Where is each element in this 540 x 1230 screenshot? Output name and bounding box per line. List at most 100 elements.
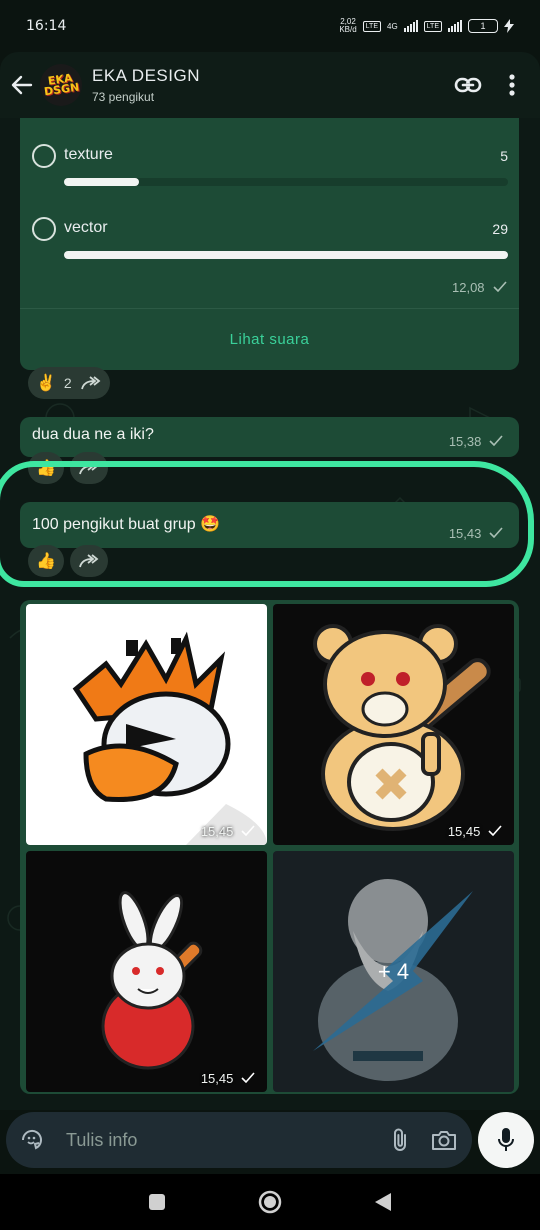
lte-tag-1: LTE	[362, 20, 381, 32]
media-time: 15,45	[447, 824, 481, 839]
back-nav-button[interactable]	[363, 1182, 403, 1222]
media-tile-more[interactable]: + 4	[273, 851, 514, 1092]
message-bubble-highlighted[interactable]: 100 pengikut buat grup 🤩 15,43	[20, 502, 519, 548]
reaction-count: 2	[63, 375, 72, 391]
media-album[interactable]: 15,45 15,45 15,45 + 4	[20, 600, 519, 1094]
media-time-wrap: 15,45	[201, 824, 255, 839]
status-bar: 16:14 2,02 KB/d LTE 4G LTE 1	[0, 0, 540, 52]
status-time: 16:14	[26, 18, 67, 34]
charging-icon	[504, 19, 514, 33]
signal-icon-2	[448, 20, 462, 32]
more-options-button[interactable]	[490, 63, 534, 107]
network-label: 4G	[387, 21, 398, 31]
media-tile-rabbit[interactable]: 15,45	[26, 851, 267, 1092]
status-icons: 2,02 KB/d LTE 4G LTE 1	[339, 18, 514, 34]
bear-mascot-image	[313, 624, 491, 831]
signal-icon	[403, 20, 418, 32]
more-media-overlay[interactable]: + 4	[273, 851, 514, 1092]
media-time-wrap: 15,45	[201, 1071, 255, 1086]
radio-button[interactable]	[32, 217, 56, 241]
data-speed-unit: KB/d	[339, 25, 357, 34]
circle-icon	[258, 1190, 282, 1214]
check-icon	[488, 825, 502, 836]
message-reactions: 👍	[28, 545, 108, 577]
recents-button[interactable]	[137, 1182, 177, 1222]
message-time: 15,38	[448, 434, 482, 449]
poll-reactions: ✌️ 2	[28, 367, 110, 399]
view-votes-button[interactable]: Lihat suara	[20, 331, 519, 348]
reaction-emoji: 👍	[36, 460, 56, 477]
check-icon	[241, 1072, 255, 1083]
poll-option-label: vector	[64, 219, 108, 236]
duck-mascot-image	[72, 631, 267, 845]
square-icon	[148, 1194, 165, 1210]
forward-icon	[79, 554, 99, 568]
mic-button[interactable]	[478, 1112, 534, 1168]
message-time-wrap: 15,38	[449, 434, 503, 449]
battery-level: 1	[480, 21, 486, 31]
message-text: dua dua ne a iki?	[32, 426, 154, 443]
poll-progress-track	[64, 251, 508, 259]
home-button[interactable]	[250, 1182, 290, 1222]
chat-area[interactable]: texture 5 vector 29 12,08 Lihat suara ✌️…	[0, 118, 540, 1110]
channel-header: EKA DSGN EKA DESIGN 73 pengikut	[0, 52, 540, 118]
poll-option-label: texture	[64, 146, 113, 163]
reaction-pill[interactable]: 👍	[28, 452, 64, 484]
message-bubble[interactable]: dua dua ne a iki? 15,38	[20, 417, 519, 457]
channel-name: EKA DESIGN	[92, 66, 200, 85]
share-link-button[interactable]	[446, 63, 490, 107]
channel-title-block[interactable]: EKA DESIGN 73 pengikut	[92, 66, 446, 104]
message-time: 12,08	[452, 280, 485, 295]
poll-progress-bar	[64, 178, 140, 186]
lte-tag-2: LTE	[423, 20, 442, 32]
poll-progress-bar	[64, 251, 508, 259]
check-icon	[241, 825, 255, 836]
forward-button[interactable]	[69, 452, 108, 484]
message-text-wrap: 100 pengikut buat grup 🤩	[32, 514, 220, 534]
poll-divider	[20, 308, 519, 309]
radio-button[interactable]	[32, 144, 56, 168]
back-button[interactable]	[4, 67, 40, 103]
message-input-pill[interactable]	[6, 1112, 472, 1168]
data-speed: 2,02 KB/d	[339, 18, 356, 34]
avatar-logo: EKA DSGN	[43, 71, 80, 99]
composer-bar	[0, 1110, 540, 1174]
arrow-left-icon	[11, 75, 33, 95]
reaction-emoji: ✌️	[36, 375, 56, 392]
battery-icon: 1	[468, 19, 498, 33]
forward-icon	[80, 376, 101, 390]
message-input[interactable]	[66, 1129, 366, 1151]
media-time: 15,45	[200, 824, 234, 839]
reaction-pill[interactable]: 👍	[28, 545, 64, 577]
poll-option-count: 5	[500, 148, 508, 164]
forward-button[interactable]	[69, 545, 108, 577]
message-time-wrap: 15,43	[449, 526, 503, 541]
attach-button[interactable]	[378, 1118, 422, 1162]
camera-button[interactable]	[422, 1118, 466, 1162]
poll-message[interactable]: texture 5 vector 29 12,08 Lihat suara	[20, 118, 519, 370]
more-vertical-icon	[509, 74, 515, 96]
sticker-button[interactable]	[10, 1118, 54, 1162]
poll-option-count: 29	[492, 221, 508, 237]
paperclip-icon	[394, 1128, 406, 1151]
check-icon	[493, 281, 507, 292]
link-icon	[454, 77, 482, 93]
system-nav-bar	[0, 1174, 540, 1230]
media-tile-bear[interactable]: 15,45	[273, 604, 514, 845]
media-tile-duck[interactable]: 15,45	[26, 604, 267, 845]
check-icon	[489, 527, 503, 538]
rabbit-mascot-image	[101, 891, 203, 1070]
message-text: 100 pengikut buat grup	[32, 516, 196, 533]
channel-followers: 73 pengikut	[92, 90, 155, 104]
media-time: 15,45	[200, 1071, 234, 1086]
triangle-back-icon	[375, 1193, 392, 1211]
message-time: 15,43	[448, 526, 482, 541]
poll-progress-track	[64, 178, 508, 186]
poll-meta: 12,08	[452, 279, 507, 297]
channel-avatar[interactable]: EKA DSGN	[40, 64, 82, 106]
reaction-pill[interactable]: ✌️ 2	[28, 367, 110, 399]
forward-icon	[79, 461, 99, 475]
message-emoji: 🤩	[200, 516, 221, 533]
media-time-wrap: 15,45	[448, 824, 502, 839]
sticker-icon	[21, 1129, 42, 1150]
